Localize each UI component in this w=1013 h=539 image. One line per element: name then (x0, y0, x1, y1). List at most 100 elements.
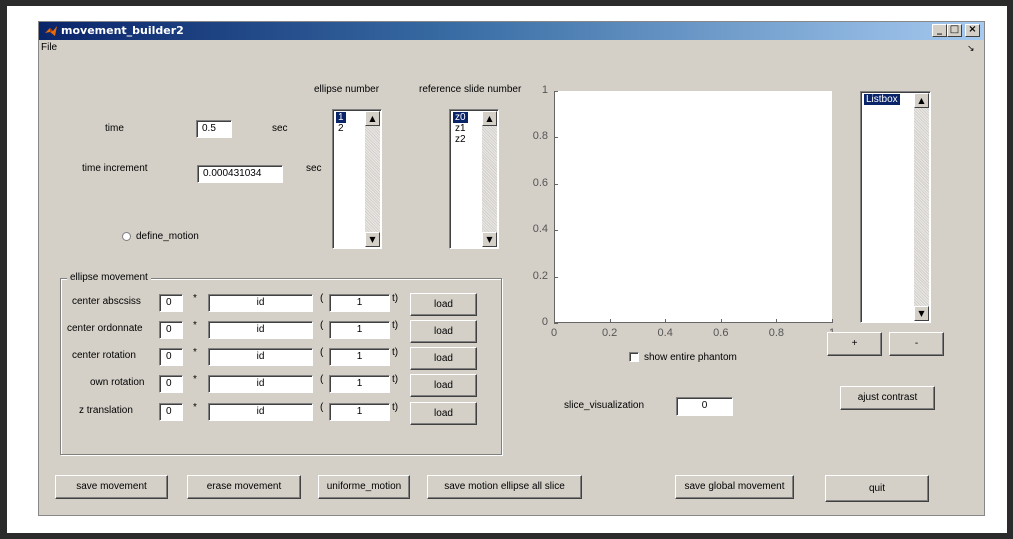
y-tick-mark (554, 137, 558, 139)
reference-slide-listbox[interactable]: z0 z1 z2 ▲ ▼ (449, 109, 499, 249)
ellipse-number-label: ellipse number (314, 84, 380, 95)
uniforme-motion-button[interactable]: uniforme_motion (318, 475, 410, 499)
y-tick-mark (554, 323, 558, 324)
movement-coef-input[interactable]: 0 (159, 321, 183, 339)
load-button[interactable]: load (410, 293, 477, 316)
close-icon[interactable]: × (965, 24, 980, 37)
movement-row-label: z translation (79, 405, 133, 416)
remove-button[interactable]: - (889, 332, 944, 356)
ellipse-item-1[interactable]: 1 (336, 112, 346, 123)
movement-arg-input[interactable]: 1 (329, 348, 390, 366)
movement-row-label: center abscsiss (72, 296, 141, 307)
quit-button[interactable]: quit (825, 475, 929, 502)
movement-function-input[interactable]: id (208, 348, 313, 366)
movement-arg-input[interactable]: 1 (329, 321, 390, 339)
add-button[interactable]: + (827, 332, 882, 356)
matlab-logo-icon (45, 26, 57, 36)
movement-coef-input[interactable]: 0 (159, 294, 183, 312)
movement-function-input[interactable]: id (208, 321, 313, 339)
define-motion-label[interactable]: define_motion (136, 231, 199, 242)
open-paren: ( (320, 374, 324, 385)
show-entire-phantom-checkbox[interactable] (629, 352, 639, 362)
plot-axes[interactable] (554, 91, 832, 323)
y-tick-label: 1 (541, 84, 548, 96)
ellipse-number-listbox[interactable]: 1 2 ▲ ▼ (332, 109, 382, 249)
adjust-contrast-button[interactable]: ajust contrast (840, 386, 935, 410)
scroll-up-icon[interactable]: ▲ (482, 111, 497, 126)
x-tick-label: 0.4 (657, 327, 673, 339)
time-increment-label: time increment (82, 163, 148, 174)
y-tick-label: 0.2 (532, 269, 548, 282)
movement-coef-input[interactable]: 0 (159, 348, 183, 366)
scroll-down-icon[interactable]: ▼ (365, 232, 380, 247)
movement-coef-input[interactable]: 0 (159, 375, 183, 393)
listbox-item[interactable]: Listbox (864, 94, 900, 105)
minimize-icon[interactable]: _ (932, 24, 947, 37)
close-t-paren: t) (392, 347, 399, 358)
define-motion-radio[interactable] (122, 232, 131, 241)
save-movement-button[interactable]: save movement (55, 475, 168, 499)
load-button[interactable]: load (410, 347, 477, 370)
x-tick-label: 0.6 (713, 327, 729, 339)
time-increment-unit-label: sec (306, 163, 322, 174)
load-button[interactable]: load (410, 374, 477, 397)
movement-arg-input[interactable]: 1 (329, 294, 390, 312)
maximize-icon[interactable]: □ (947, 24, 962, 37)
movement-function-input[interactable]: id (208, 294, 313, 312)
open-paren: ( (320, 293, 324, 304)
scroll-up-icon[interactable]: ▲ (365, 111, 380, 126)
save-motion-ellipse-all-slice-button[interactable]: save motion ellipse all slice (427, 475, 582, 499)
menu-file[interactable]: File (41, 42, 57, 53)
reference-item-z2[interactable]: z2 (453, 134, 468, 145)
show-entire-phantom-label[interactable]: show entire phantom (644, 352, 737, 363)
scroll-up-icon[interactable]: ▲ (914, 93, 929, 108)
movement-row-label: center ordonnate (67, 323, 143, 334)
x-tick-label: 0 (550, 327, 558, 339)
movement-row-label: own rotation (90, 377, 145, 388)
load-button[interactable]: load (410, 402, 477, 425)
y-tick-label: 0.4 (532, 223, 548, 236)
time-label: time (105, 123, 124, 134)
multiply-symbol: * (193, 293, 197, 304)
x-tick-mark (776, 319, 778, 323)
time-increment-input[interactable]: 0.000431034 (197, 165, 283, 183)
erase-movement-button[interactable]: erase movement (187, 475, 301, 499)
x-tick-mark (720, 319, 722, 323)
scroll-down-icon[interactable]: ▼ (914, 306, 929, 321)
reference-scrollbar[interactable]: ▲ ▼ (482, 111, 497, 247)
reference-item-z0[interactable]: z0 (453, 112, 468, 123)
movement-function-input[interactable]: id (208, 375, 313, 393)
y-tick-label: 0.6 (532, 176, 548, 189)
multiply-symbol: * (193, 320, 197, 331)
y-tick-mark (554, 91, 558, 92)
x-tick-mark (832, 319, 833, 323)
slice-visualization-label: slice_visualization (564, 400, 645, 411)
y-tick-label: 0.8 (532, 130, 548, 143)
ellipse-item-2[interactable]: 2 (336, 123, 346, 134)
scroll-down-icon[interactable]: ▼ (482, 232, 497, 247)
x-tick-mark (665, 319, 667, 323)
title-bar[interactable]: movement_builder2 _ □ × (39, 22, 984, 40)
movement-arg-input[interactable]: 1 (329, 375, 390, 393)
time-input[interactable]: 0.5 (196, 120, 232, 138)
load-button[interactable]: load (410, 320, 477, 343)
menu-bar: File ↘ (39, 40, 984, 56)
app-window: movement_builder2 _ □ × File ↘ time 0.5 … (38, 21, 985, 516)
slice-visualization-input[interactable]: 0 (676, 397, 733, 416)
time-unit-label: sec (272, 123, 288, 134)
x-axis-line (554, 322, 832, 323)
close-t-paren: t) (392, 320, 399, 331)
dock-arrow-icon[interactable]: ↘ (967, 43, 975, 54)
save-global-movement-button[interactable]: save global movement (675, 475, 794, 499)
reference-slide-label: reference slide number (419, 84, 522, 95)
right-scrollbar[interactable]: ▲ ▼ (914, 93, 929, 321)
x-tick-label: 0.8 (768, 327, 785, 339)
x-tick-label: 0.2 (601, 327, 618, 339)
right-listbox[interactable]: Listbox ▲ ▼ (860, 91, 931, 323)
movement-arg-input[interactable]: 1 (329, 403, 390, 421)
movement-coef-input[interactable]: 0 (159, 403, 183, 421)
movement-function-input[interactable]: id (208, 403, 313, 421)
close-t-paren: t) (392, 374, 399, 385)
ellipse-scrollbar[interactable]: ▲ ▼ (365, 111, 380, 247)
reference-item-z1[interactable]: z1 (453, 123, 468, 134)
